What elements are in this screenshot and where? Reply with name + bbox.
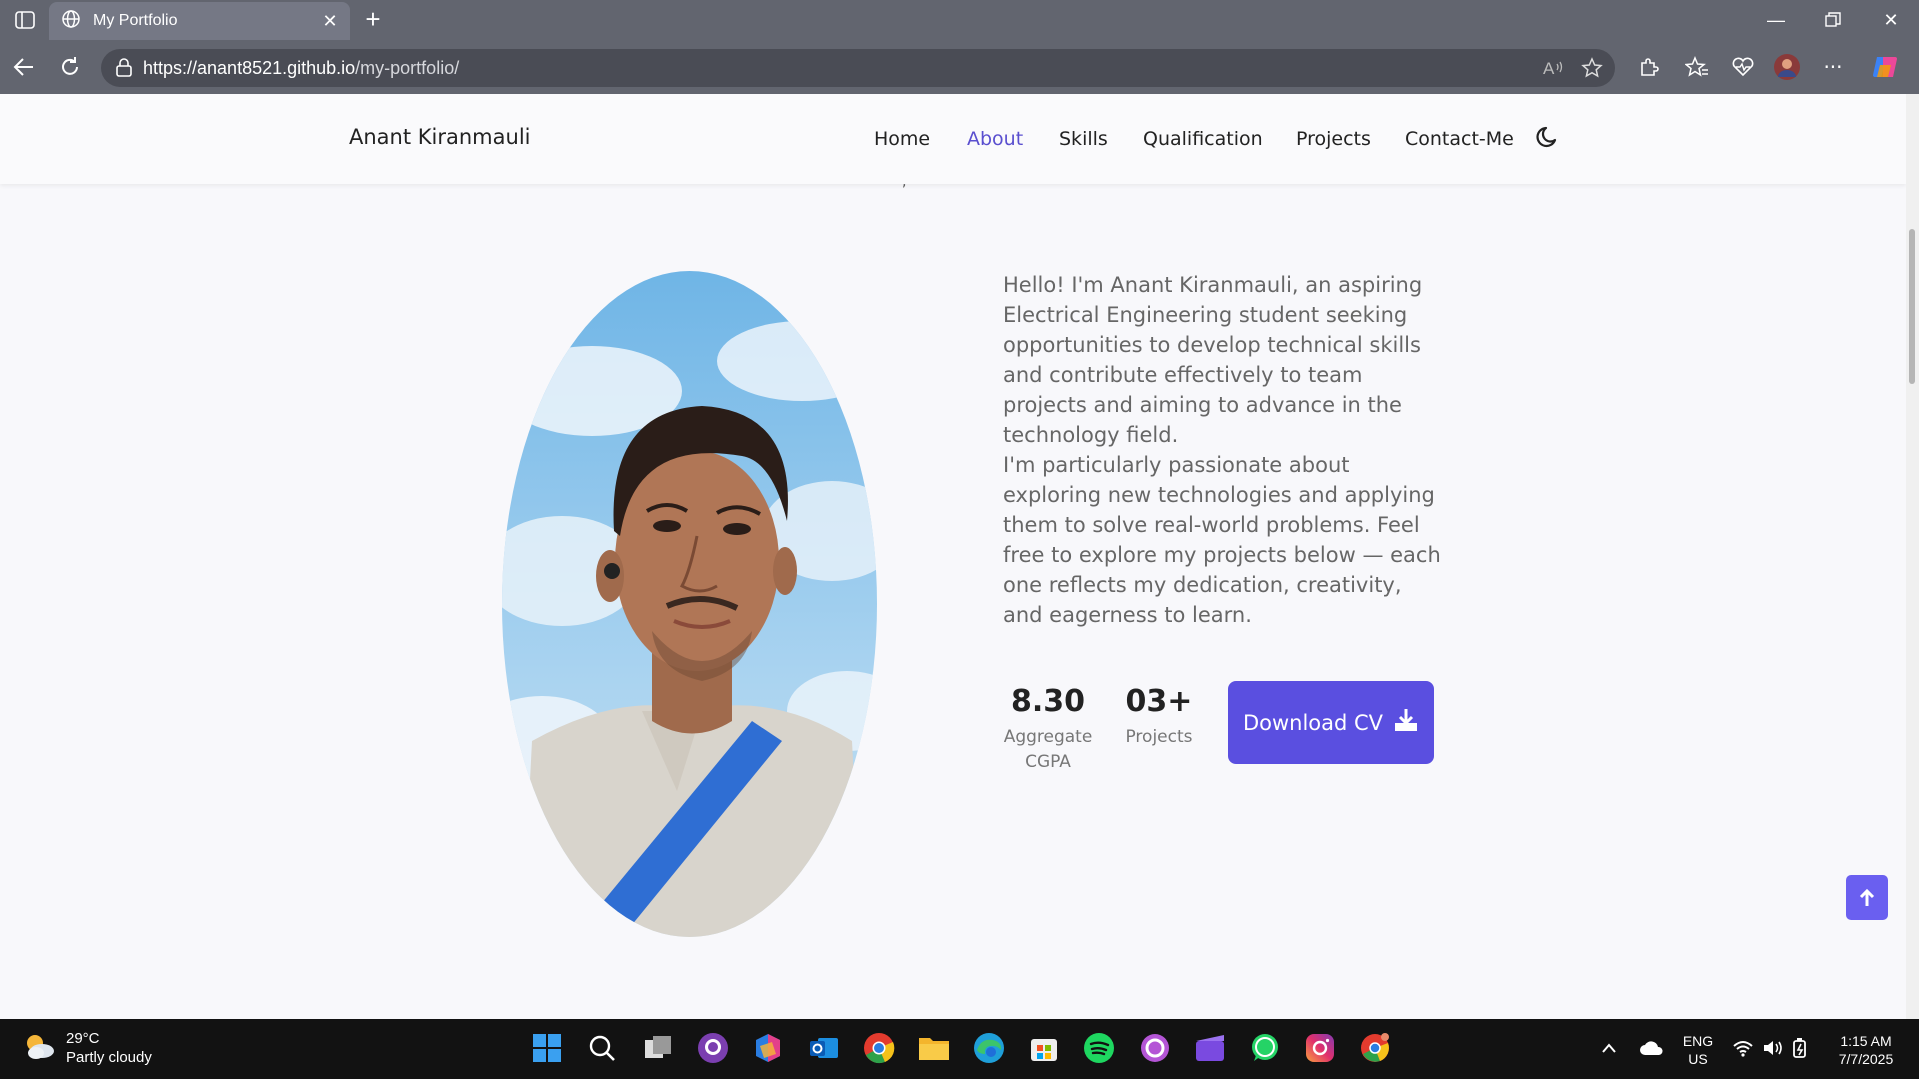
arrow-up-icon <box>1859 888 1875 906</box>
back-arrow-icon[interactable] <box>9 52 39 82</box>
moon-icon[interactable] <box>1535 124 1561 150</box>
close-window-button[interactable]: ✕ <box>1871 6 1911 34</box>
web-page: Anant Kiranmauli Home About Skills Quali… <box>0 94 1919 1019</box>
download-cv-label: Download CV <box>1242 710 1384 735</box>
instagram-icon[interactable] <box>1302 1030 1338 1066</box>
refresh-icon[interactable] <box>55 52 85 82</box>
profile-photo <box>502 271 877 937</box>
stat-projects-value: 03+ <box>1125 684 1193 719</box>
nav-qualification[interactable]: Qualification <box>1143 128 1263 150</box>
brand-logo-text[interactable]: Anant Kiranmauli <box>349 125 530 149</box>
outlook-icon[interactable] <box>806 1030 842 1066</box>
stat-cgpa: 8.30 Aggregate CGPA <box>998 684 1098 775</box>
partly-cloudy-icon <box>22 1031 56 1065</box>
file-explorer-icon[interactable] <box>916 1030 952 1066</box>
cut-off-subtitle: , <box>902 174 907 190</box>
star-icon[interactable] <box>1579 56 1605 80</box>
weather-temp: 29°C <box>66 1030 100 1047</box>
clock-time: 1:15 AM <box>1840 1033 1892 1049</box>
lang-line2: US <box>1688 1051 1708 1067</box>
search-icon[interactable] <box>584 1030 620 1066</box>
globe-icon <box>61 9 81 33</box>
clock-date: 7/7/2025 <box>1838 1051 1894 1067</box>
language-indicator[interactable]: ENG US <box>1680 1032 1716 1068</box>
github-icon[interactable] <box>695 1030 731 1066</box>
lang-line1: ENG <box>1682 1033 1714 1049</box>
svg-text:A: A <box>1543 59 1555 77</box>
windows-taskbar: 29°C Partly cloudy ENG US 1:15 AM 7/7/20… <box>0 1019 1919 1079</box>
microsoft-store-icon[interactable] <box>1026 1030 1062 1066</box>
volume-icon[interactable] <box>1758 1030 1788 1066</box>
about-description: Hello! I'm Anant Kiranmauli, an aspiring… <box>1003 270 1443 630</box>
microsoft-365-icon[interactable] <box>750 1030 786 1066</box>
new-tab-button[interactable]: + <box>358 6 388 34</box>
edge-browser-icon[interactable] <box>971 1030 1007 1066</box>
url-path: /my-portfolio/ <box>355 58 460 78</box>
scrollbar-thumb[interactable] <box>1909 229 1915 384</box>
stat-cgpa-value: 8.30 <box>1010 684 1086 719</box>
nav-projects[interactable]: Projects <box>1296 128 1371 150</box>
weather-widget[interactable]: 29°C Partly cloudy <box>22 1029 152 1067</box>
nav-about[interactable]: About <box>967 128 1023 150</box>
clipchamp-icon[interactable] <box>1192 1030 1228 1066</box>
browser-tabbar: My Portfolio ✕ + — ✕ <box>0 0 1919 40</box>
tab-actions-icon[interactable] <box>10 8 40 32</box>
favorites-icon[interactable] <box>1682 52 1712 82</box>
nav-contact-me[interactable]: Contact-Me <box>1405 128 1514 150</box>
copilot-icon[interactable] <box>1870 52 1900 82</box>
stat-cgpa-label: Aggregate CGPA <box>1003 727 1093 772</box>
download-icon <box>1393 707 1419 738</box>
task-view-icon[interactable] <box>640 1030 676 1066</box>
tab-title: My Portfolio <box>93 12 178 29</box>
extensions-icon[interactable] <box>1634 52 1664 82</box>
scroll-to-top-button[interactable] <box>1846 875 1888 920</box>
windows-start-icon[interactable] <box>529 1030 565 1066</box>
site-info-icon[interactable] <box>115 58 133 82</box>
show-hidden-icons[interactable] <box>1597 1030 1621 1066</box>
whatsapp-icon[interactable] <box>1247 1030 1283 1066</box>
nav-home[interactable]: Home <box>874 128 930 150</box>
browser-tab-active[interactable]: My Portfolio ✕ <box>49 2 350 40</box>
url-host: https://anant8521.github.io <box>143 58 356 78</box>
wifi-icon[interactable] <box>1728 1030 1758 1066</box>
url-text[interactable]: https://anant8521.github.io/my-portfolio… <box>143 58 459 79</box>
spotify-icon[interactable] <box>1081 1030 1117 1066</box>
stat-projects-label: Projects <box>1125 727 1193 747</box>
stat-projects: 03+ Projects <box>1118 684 1200 750</box>
site-navbar: Anant Kiranmauli Home About Skills Quali… <box>0 94 1906 184</box>
close-tab-icon[interactable]: ✕ <box>316 11 344 32</box>
browser-essentials-icon[interactable] <box>1728 52 1758 82</box>
about-paragraph-2: I'm particularly passionate about explor… <box>1003 453 1441 627</box>
about-paragraph-1: Hello! I'm Anant Kiranmauli, an aspiring… <box>1003 273 1423 447</box>
page-scrollbar[interactable] <box>1906 94 1919 1019</box>
chrome-icon[interactable] <box>861 1030 897 1066</box>
download-cv-button[interactable]: Download CV <box>1228 681 1434 764</box>
nav-skills[interactable]: Skills <box>1059 128 1108 150</box>
onedrive-cloud-icon[interactable] <box>1636 1030 1668 1066</box>
more-options-icon[interactable]: ··· <box>1818 52 1848 82</box>
minimize-button[interactable]: — <box>1756 6 1796 34</box>
chrome-profile-icon[interactable] <box>1357 1030 1393 1066</box>
read-aloud-icon[interactable]: A <box>1541 56 1567 80</box>
restore-button[interactable] <box>1813 6 1853 34</box>
clock[interactable]: 1:15 AM 7/7/2025 <box>1826 1032 1906 1068</box>
weather-desc: Partly cloudy <box>66 1049 152 1066</box>
profile-avatar[interactable] <box>1772 52 1802 82</box>
address-bar[interactable]: https://anant8521.github.io/my-portfolio… <box>101 49 1615 87</box>
battery-icon[interactable] <box>1787 1030 1815 1066</box>
media-player-icon[interactable] <box>1137 1030 1173 1066</box>
